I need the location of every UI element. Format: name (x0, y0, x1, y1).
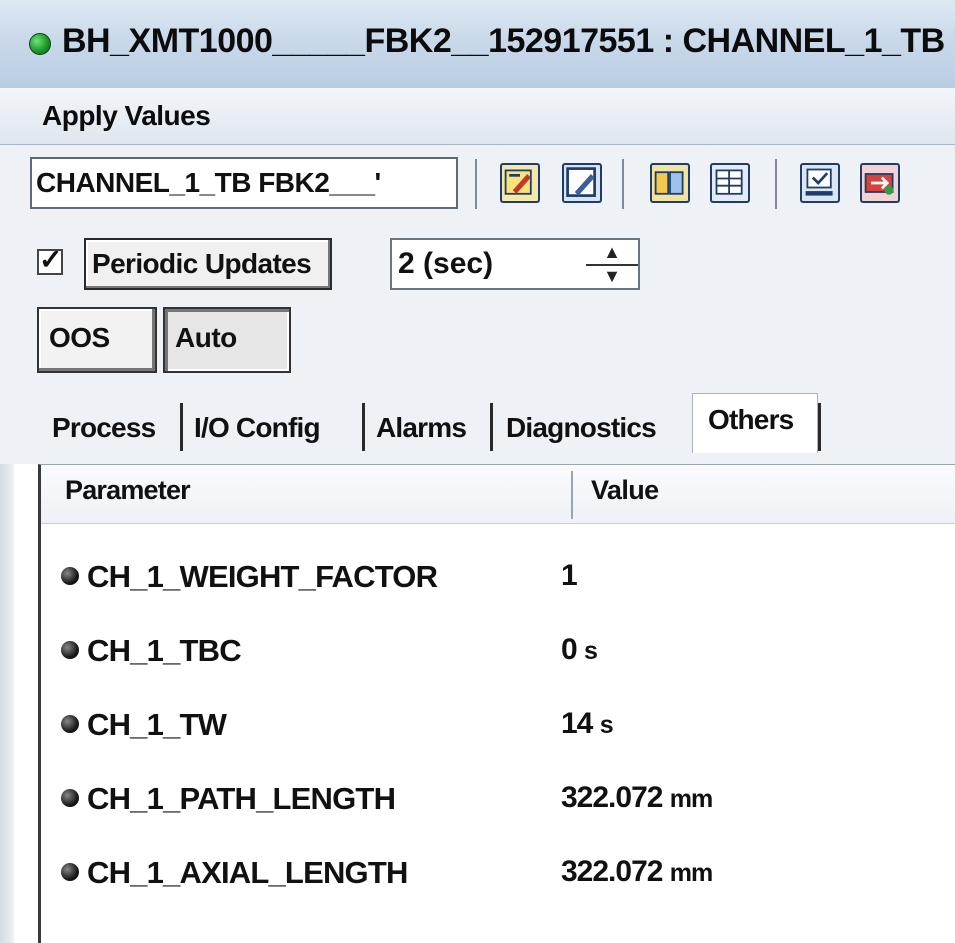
periodic-updates-checkbox[interactable]: ✓ (37, 245, 63, 275)
parameter-unit: s (599, 711, 614, 739)
parameter-name: CH_1_WEIGHT_FACTOR (87, 559, 438, 594)
periodic-updates-button[interactable]: Periodic Updates (84, 238, 332, 290)
tab-process[interactable]: Process (52, 405, 156, 451)
window-title: BH_XMT1000_____FBK2__152917551 : CHANNEL… (62, 22, 945, 60)
toolbar-separator (775, 159, 777, 209)
grid-icon[interactable] (710, 163, 750, 203)
parameter-unit: mm (669, 785, 713, 813)
parameter-bullet-icon (61, 863, 79, 881)
spinner-buttons: ▲ ▼ (586, 240, 638, 288)
grid-header: Parameter Value (41, 465, 955, 524)
app-window: BH_XMT1000_____FBK2__152917551 : CHANNEL… (0, 0, 955, 943)
transfer-icon[interactable] (860, 163, 900, 203)
parameter-value[interactable]: 14 s (561, 707, 614, 741)
auto-mode-button[interactable]: Auto (163, 307, 291, 373)
parameter-value[interactable]: 1 (561, 559, 578, 593)
toolbar-separator (622, 159, 624, 209)
spin-up-button[interactable]: ▲ (586, 240, 638, 266)
tab-io-config[interactable]: I/O Config (194, 405, 321, 451)
parameter-unit: mm (669, 859, 713, 887)
tab-separator (490, 403, 493, 451)
column-separator[interactable] (571, 471, 573, 519)
parameter-name: CH_1_TBC (87, 633, 242, 668)
value-column-header[interactable]: Value (591, 475, 659, 506)
parameter-bullet-icon (61, 641, 79, 659)
tab-alarms[interactable]: Alarms (376, 405, 467, 451)
table-row[interactable]: CH_1_PATH_LENGTH 322.072 mm (41, 764, 955, 838)
parameter-name: CH_1_TW (87, 707, 227, 742)
parameter-name: CH_1_AXIAL_LENGTH (87, 855, 408, 890)
edit-box-icon[interactable] (562, 163, 602, 203)
status-dot-icon (29, 33, 51, 55)
parameter-bullet-icon (61, 567, 79, 585)
download-icon[interactable] (800, 163, 840, 203)
parameter-unit: s (584, 637, 598, 665)
tab-separator (180, 403, 183, 451)
tab-separator (362, 403, 365, 451)
table-row[interactable]: CH_1_TBC 0 s (41, 616, 955, 690)
table-row[interactable]: CH_1_AXIAL_LENGTH 322.072 mm (41, 838, 955, 912)
tab-separator (818, 403, 821, 451)
tab-diagnostics[interactable]: Diagnostics (506, 405, 657, 451)
table-row[interactable]: CH_1_WEIGHT_FACTOR 1 (41, 542, 955, 616)
checkmark-icon: ✓ (39, 244, 63, 275)
toolbar: CHANNEL_1_TB FBK2___' (0, 145, 955, 230)
tab-bar: Process I/O Config Alarms Diagnostics Ot… (0, 381, 955, 464)
update-interval-spinner[interactable]: 2 (sec) ▲ ▼ (390, 238, 640, 290)
compare-icon[interactable] (650, 163, 690, 203)
parameter-column-header[interactable]: Parameter (65, 475, 191, 506)
toolbar-separator (475, 159, 477, 209)
menu-bar: Apply Values (0, 88, 955, 145)
mode-row: OOS Auto (0, 299, 955, 381)
parameter-bullet-icon (61, 789, 79, 807)
apply-values-menu-item[interactable]: Apply Values (42, 100, 211, 132)
parameter-grid: Parameter Value CH_1_WEIGHT_FACTOR 1 CH_… (38, 464, 955, 943)
periodic-updates-row: ✓ Periodic Updates 2 (sec) ▲ ▼ (0, 229, 955, 299)
parameter-name: CH_1_PATH_LENGTH (87, 781, 396, 816)
parameter-bullet-icon (61, 715, 79, 733)
update-interval-value[interactable]: 2 (sec) (398, 240, 493, 288)
parameter-value[interactable]: 0 s (561, 633, 598, 667)
parameter-value[interactable]: 322.072 mm (561, 855, 713, 889)
tab-others[interactable]: Others (708, 397, 794, 443)
parameter-value[interactable]: 322.072 mm (561, 781, 713, 815)
title-bar: BH_XMT1000_____FBK2__152917551 : CHANNEL… (0, 0, 955, 89)
panel-edge (0, 464, 14, 943)
edit-icon[interactable] (500, 163, 540, 203)
table-row[interactable]: CH_1_TW 14 s (41, 690, 955, 764)
oos-mode-button[interactable]: OOS (37, 307, 157, 373)
block-selector[interactable]: CHANNEL_1_TB FBK2___' (30, 157, 458, 209)
spin-down-button[interactable]: ▼ (586, 264, 638, 288)
